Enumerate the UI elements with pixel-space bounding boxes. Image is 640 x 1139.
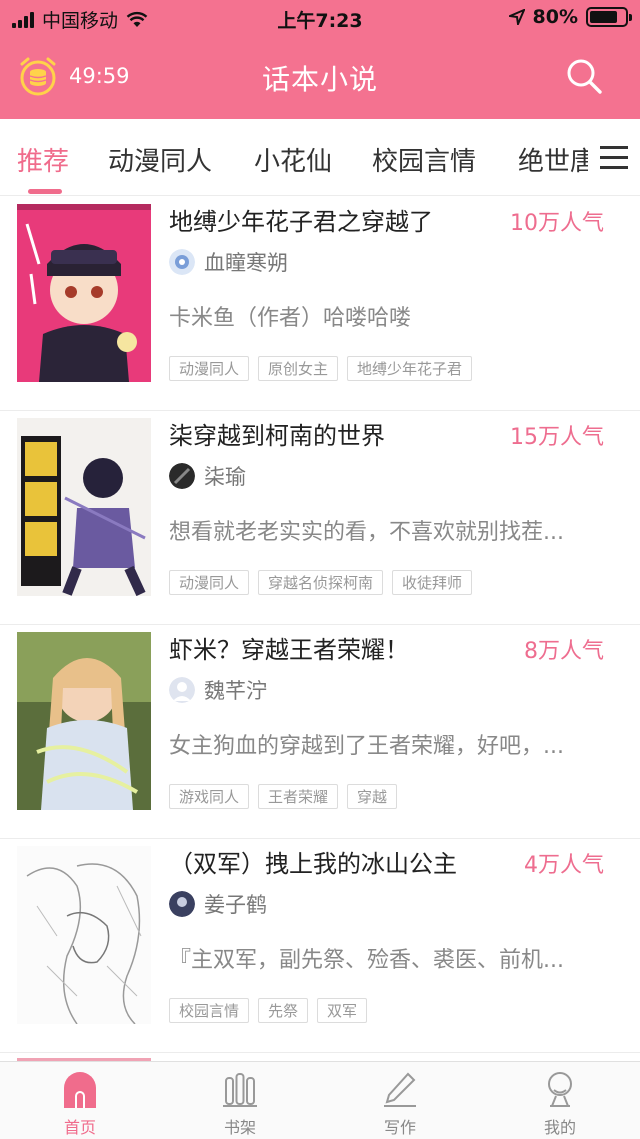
- book-description: 女主狗血的穿越到了王者荣耀，好吧，...: [169, 734, 564, 759]
- nav-label: 书架: [223, 1118, 256, 1137]
- tag-list: 校园言情 先祭 双军: [169, 998, 368, 1023]
- book-cover: [17, 204, 151, 382]
- category-menu-button[interactable]: [588, 119, 640, 195]
- author-name: 柒瑜: [204, 465, 246, 489]
- bookshelf-icon: [223, 1073, 257, 1107]
- author-name: 血瞳寒朔: [204, 251, 288, 275]
- book-item[interactable]: （双军）拽上我的冰山公主 4万人气 姜子鹤 『主双军，副先祭、殓香、裘医、前机.…: [0, 839, 640, 1053]
- tag[interactable]: 双军: [317, 998, 368, 1023]
- avatar: [169, 677, 195, 703]
- tag[interactable]: 收徒拜师: [392, 570, 473, 595]
- tag[interactable]: 地缚少年花子君: [347, 356, 473, 381]
- tab-campus-romance[interactable]: 校园言情: [372, 141, 476, 178]
- battery-icon: [586, 7, 632, 27]
- location-icon: [508, 9, 525, 25]
- tag[interactable]: 原创女主: [258, 356, 339, 381]
- battery-percent: 80%: [532, 6, 578, 28]
- tag[interactable]: 游戏同人: [169, 784, 250, 809]
- author: 柒瑜: [169, 461, 246, 491]
- book-title: 地缚少年花子君之穿越了: [169, 208, 433, 236]
- tag[interactable]: 王者荣耀: [258, 784, 339, 809]
- nav-bar: 49:59 话本小说: [0, 36, 640, 119]
- author-name: 魏芊泞: [204, 679, 267, 703]
- avatar: [169, 891, 195, 917]
- nav-label: 首页: [63, 1118, 96, 1137]
- author-name: 姜子鹤: [204, 893, 267, 917]
- avatar: [169, 463, 195, 489]
- menu-icon: [600, 145, 628, 149]
- book-title: 柒穿越到柯南的世界: [169, 422, 385, 450]
- book-description: 卡米鱼（作者）哈喽哈喽: [169, 306, 412, 331]
- tag[interactable]: 动漫同人: [169, 356, 250, 381]
- author: 魏芊泞: [169, 675, 267, 705]
- active-tab-indicator: [28, 189, 62, 194]
- popularity-count: 4万人气: [524, 853, 604, 878]
- tag-list: 游戏同人 王者荣耀 穿越: [169, 784, 398, 809]
- category-tabs: 推荐 动漫同人 小花仙 校园言情 绝世唐: [0, 119, 640, 196]
- tag[interactable]: 先祭: [258, 998, 309, 1023]
- tag-list: 动漫同人 原创女主 地缚少年花子君: [169, 356, 473, 381]
- book-item[interactable]: 虾米？穿越王者荣耀！ 8万人气 魏芊泞 女主狗血的穿越到了王者荣耀，好吧，...…: [0, 625, 640, 839]
- book-list: 地缚少年花子君之穿越了 10万人气 血瞳寒朔 卡米鱼（作者）哈喽哈喽 动漫同人 …: [0, 197, 640, 1053]
- book-item[interactable]: 柒穿越到柯南的世界 15万人气 柒瑜 想看就老老实实的看，不喜欢就别找茬... …: [0, 411, 640, 625]
- app-title: 话本小说: [261, 63, 378, 96]
- nav-bookshelf[interactable]: 书架: [160, 1062, 320, 1139]
- nav-write[interactable]: 写作: [320, 1062, 480, 1139]
- nav-label: 写作: [383, 1118, 416, 1137]
- status-bar: 中国移动 上午7:23 80%: [0, 0, 640, 36]
- tag-list: 动漫同人 穿越名侦探柯南 收徒拜师: [169, 570, 473, 595]
- book-description: 想看就老老实实的看，不喜欢就别找茬...: [169, 520, 564, 545]
- nav-home[interactable]: 首页: [0, 1062, 160, 1139]
- search-button[interactable]: [564, 56, 604, 96]
- nav-profile[interactable]: 我的: [480, 1062, 640, 1139]
- tab-anime-fanfic[interactable]: 动漫同人: [108, 141, 212, 178]
- tab-recommend[interactable]: 推荐: [17, 141, 69, 178]
- author: 姜子鹤: [169, 889, 267, 919]
- top-header: 中国移动 上午7:23 80% 49:59 话本小说: [0, 0, 640, 119]
- book-title: 虾米？穿越王者荣耀！: [169, 636, 409, 664]
- book-description: 『主双军，副先祭、殓香、裘医、前机...: [169, 948, 564, 973]
- author: 血瞳寒朔: [169, 247, 288, 277]
- book-title: （双军）拽上我的冰山公主: [169, 850, 457, 878]
- profile-icon: [548, 1072, 572, 1107]
- tag[interactable]: 动漫同人: [169, 570, 250, 595]
- popularity-count: 10万人气: [510, 211, 604, 236]
- popularity-count: 15万人气: [510, 425, 604, 450]
- tag[interactable]: 穿越名侦探柯南: [258, 570, 384, 595]
- tag[interactable]: 穿越: [347, 784, 398, 809]
- avatar: [169, 249, 195, 275]
- bottom-tab-bar: 首页 书架 写作 我的: [0, 1061, 640, 1139]
- home-icon: [64, 1072, 96, 1108]
- nav-label: 我的: [543, 1118, 576, 1137]
- pen-icon: [384, 1072, 416, 1107]
- tag[interactable]: 校园言情: [169, 998, 250, 1023]
- tab-xiaohuaxian[interactable]: 小花仙: [254, 141, 332, 178]
- tab-jueshi-tang[interactable]: 绝世唐: [518, 141, 596, 178]
- popularity-count: 8万人气: [524, 639, 604, 664]
- search-icon: [567, 59, 602, 94]
- book-cover: [17, 418, 151, 596]
- book-cover: [17, 632, 151, 810]
- book-cover: [17, 846, 151, 1024]
- book-item[interactable]: 地缚少年花子君之穿越了 10万人气 血瞳寒朔 卡米鱼（作者）哈喽哈喽 动漫同人 …: [0, 197, 640, 411]
